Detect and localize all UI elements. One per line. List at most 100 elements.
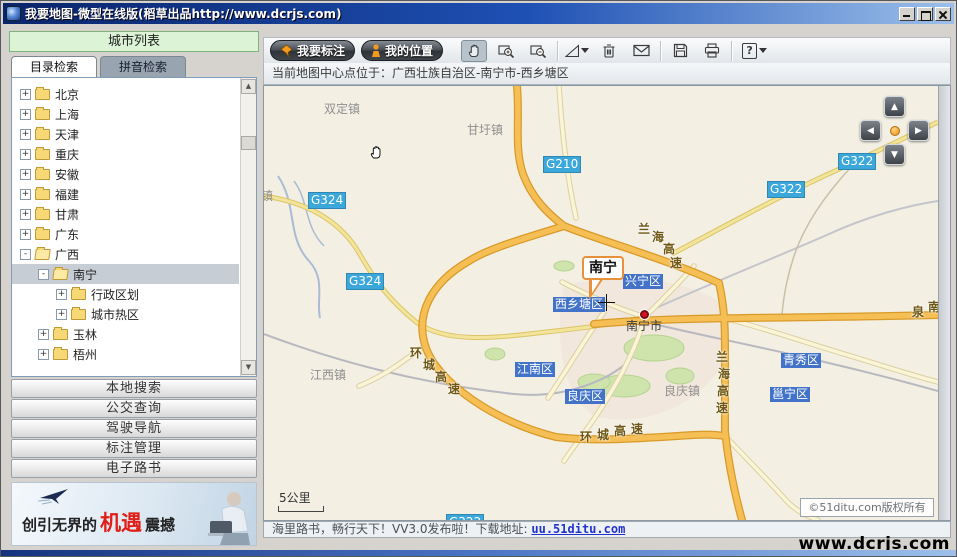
tree-expander-icon[interactable]: +	[20, 149, 31, 160]
maximize-button[interactable]	[917, 7, 933, 21]
tree-expander-icon[interactable]: +	[20, 209, 31, 220]
map-label: 城	[597, 428, 609, 443]
map-label: 海	[718, 367, 730, 382]
folder-icon	[34, 249, 51, 260]
search-tabs: 目录检索 拼音检索	[11, 56, 257, 77]
pan-up-button[interactable]: ▲	[884, 96, 905, 117]
pan-center-button[interactable]	[890, 126, 900, 136]
titlebar[interactable]: 我要地图-微型在线版(稻草出品http://www.dcrjs.com)	[3, 3, 954, 24]
paper-plane-icon	[38, 488, 78, 506]
folder-icon	[35, 169, 50, 180]
tree-row[interactable]: + 甘肃	[12, 204, 239, 224]
sidebar-section-button[interactable]: 公交查询	[11, 399, 257, 418]
pan-left-button[interactable]: ◀	[860, 120, 881, 141]
tree-expander-icon[interactable]: +	[56, 309, 67, 320]
tree-row[interactable]: + 梧州	[12, 344, 239, 364]
ad-banner[interactable]: 创引无界的机遇震撼	[11, 482, 257, 546]
scroll-up-icon[interactable]: ▲	[241, 79, 256, 94]
sidebar-section-button[interactable]: 标注管理	[11, 439, 257, 458]
help-button[interactable]: ?	[738, 40, 771, 62]
folder-icon	[35, 149, 50, 160]
tree-expander-icon[interactable]: -	[38, 269, 49, 280]
delete-tool-button[interactable]	[596, 40, 622, 62]
tab-search-mode[interactable]: 目录检索	[11, 56, 97, 77]
tree-row[interactable]: + 广东	[12, 224, 239, 244]
sidebar-section-button[interactable]: 本地搜索	[11, 379, 257, 398]
tree-row-label: 北京	[55, 86, 79, 103]
sidebar-section-button[interactable]: 驾驶导航	[11, 419, 257, 438]
tree-row[interactable]: + 城市热区	[12, 304, 239, 324]
toolbar-separator	[660, 41, 661, 61]
map-viewport[interactable]: 双定镇 甘圩镇 镇 江西镇 良庆镇 南宁市 G210 G322 G322	[264, 86, 938, 520]
close-button[interactable]	[935, 7, 951, 21]
pan-down-button[interactable]: ▼	[884, 144, 905, 165]
map-label: G322	[767, 181, 805, 198]
city-marker-icon[interactable]	[640, 310, 649, 319]
print-button[interactable]	[699, 40, 725, 62]
tree-expander-icon[interactable]: +	[56, 289, 67, 300]
map-label: 高	[717, 384, 729, 399]
tree-row[interactable]: + 行政区划	[12, 284, 239, 304]
tree-row[interactable]: + 安徽	[12, 164, 239, 184]
marker-pin-icon	[280, 44, 293, 58]
map-label: 速	[716, 401, 728, 416]
tab-search-mode[interactable]: 拼音检索	[100, 56, 186, 77]
nanning-callout[interactable]: 南宁	[582, 256, 624, 280]
measure-tool-button[interactable]	[564, 40, 590, 62]
map-label: 兴宁区	[623, 274, 663, 289]
tree-scrollbar[interactable]: ▲ ▼	[240, 78, 256, 376]
map-label: 高	[435, 370, 447, 385]
pan-right-button[interactable]: ▶	[908, 120, 929, 141]
scroll-thumb[interactable]	[241, 136, 256, 150]
scroll-down-icon[interactable]: ▼	[241, 360, 256, 375]
pan-tool-button[interactable]	[461, 40, 487, 62]
tree-row-label: 福建	[55, 186, 79, 203]
tree-row[interactable]: + 上海	[12, 104, 239, 124]
folder-icon	[35, 109, 50, 120]
download-link[interactable]: uu.51ditu.com	[531, 522, 625, 536]
tree-expander-icon[interactable]: +	[20, 229, 31, 240]
tree-expander-icon[interactable]: +	[38, 349, 49, 360]
add-marker-button[interactable]: 我要标注	[270, 40, 355, 61]
tree-row[interactable]: + 福建	[12, 184, 239, 204]
tree-expander-icon[interactable]: -	[20, 249, 31, 260]
save-button[interactable]	[667, 40, 693, 62]
folder-icon	[35, 89, 50, 100]
tree-row[interactable]: + 玉林	[12, 324, 239, 344]
mail-button[interactable]	[628, 40, 654, 62]
my-location-button[interactable]: 我的位置	[361, 40, 443, 61]
tree-row[interactable]: + 重庆	[12, 144, 239, 164]
map-label: 高	[663, 242, 675, 257]
map-label: 南宁市	[626, 319, 662, 334]
tree-row[interactable]: + 天津	[12, 124, 239, 144]
map-label: G324	[346, 273, 384, 290]
folder-icon	[53, 329, 68, 340]
tree-expander-icon[interactable]: +	[20, 169, 31, 180]
minimize-button[interactable]	[899, 7, 915, 21]
tree-expander-icon[interactable]: +	[38, 329, 49, 340]
map-label: 良庆区	[565, 389, 605, 404]
tree-row[interactable]: - 南宁	[12, 264, 239, 284]
sidebar-section-button[interactable]: 电子路书	[11, 459, 257, 478]
zoom-out-tool-button[interactable]	[525, 40, 551, 62]
help-icon: ?	[742, 43, 757, 59]
help-dropdown-icon[interactable]	[759, 48, 767, 53]
folder-icon	[35, 189, 50, 200]
tree-row-label: 梧州	[73, 346, 97, 363]
map-label: 青秀区	[781, 353, 821, 368]
scale-bar	[278, 506, 324, 512]
map-label: 江西镇	[310, 368, 346, 383]
tree-expander-icon[interactable]: +	[20, 89, 31, 100]
zoom-in-tool-button[interactable]	[493, 40, 519, 62]
city-tree: + 北京 + 上海 + 天津 +	[12, 84, 239, 364]
bottom-blue-strip	[1, 550, 956, 556]
toolbar-separator	[731, 41, 732, 61]
tree-expander-icon[interactable]: +	[20, 189, 31, 200]
city-list-header: 城市列表	[9, 31, 259, 52]
tree-row[interactable]: + 北京	[12, 84, 239, 104]
tree-expander-icon[interactable]: +	[20, 129, 31, 140]
measure-dropdown-icon[interactable]	[581, 48, 589, 53]
tree-row[interactable]: - 广西	[12, 244, 239, 264]
tree-expander-icon[interactable]: +	[20, 109, 31, 120]
folder-icon	[35, 229, 50, 240]
